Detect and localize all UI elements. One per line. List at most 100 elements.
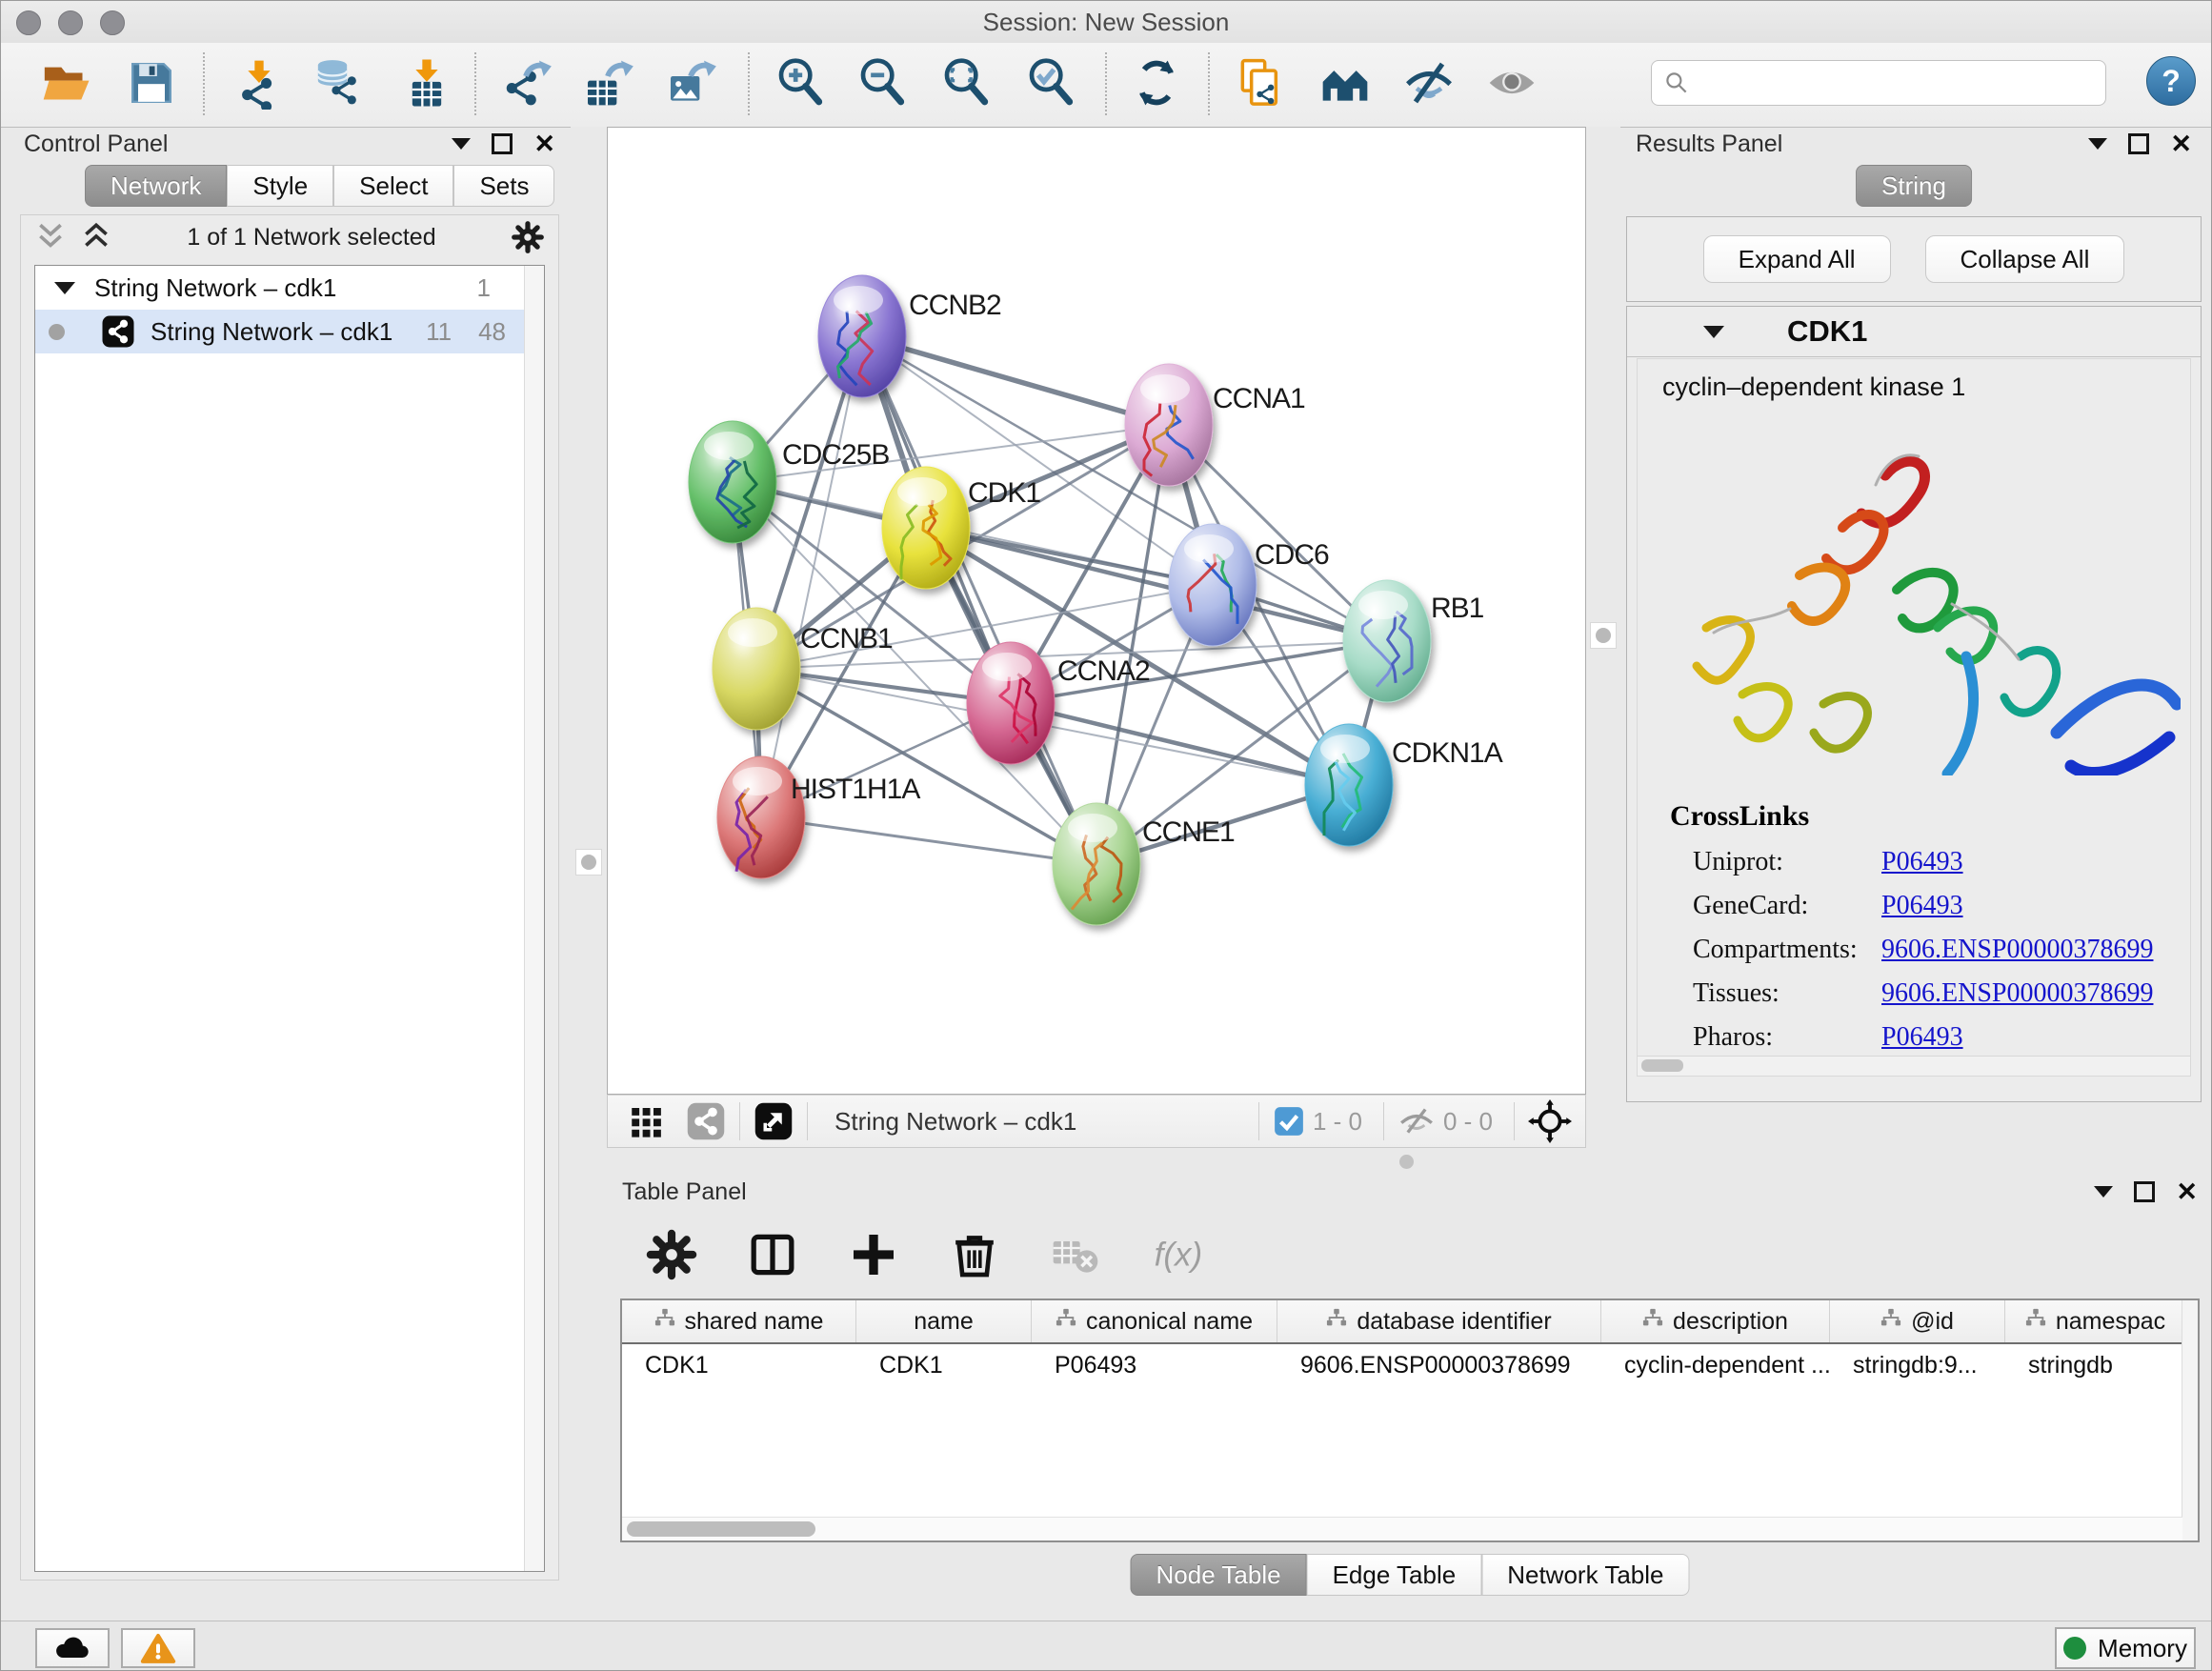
- close-panel-icon[interactable]: ✕: [2170, 131, 2192, 157]
- float-panel-icon[interactable]: [2134, 1181, 2155, 1202]
- tab-string[interactable]: String: [1856, 165, 1972, 207]
- import-network-from-database-button[interactable]: [309, 54, 370, 115]
- network-graph[interactable]: CCNB2CCNA1CDC25BCDK1CDC6RB1CCNB1CCNA2CDK…: [608, 128, 1585, 1094]
- expand-all-icon[interactable]: [80, 221, 112, 253]
- gene-details-scrollbar[interactable]: [1638, 1056, 2190, 1076]
- scrollbar-thumb[interactable]: [627, 1521, 815, 1537]
- table-row[interactable]: CDK1CDK1P064939606.ENSP00000378699cyclin…: [622, 1344, 2198, 1386]
- tab-sets[interactable]: Sets: [453, 165, 554, 207]
- collapse-all-icon[interactable]: [34, 221, 67, 253]
- crosslink-link[interactable]: P06493: [1881, 1022, 1963, 1053]
- node-CDKN1A[interactable]: [1305, 724, 1393, 846]
- memory-button[interactable]: Memory: [2055, 1627, 2196, 1669]
- node-CCNA1[interactable]: [1125, 364, 1213, 486]
- bottom-splitter-handle[interactable]: [1399, 1155, 1414, 1169]
- panel-menu-icon[interactable]: [2094, 1186, 2113, 1198]
- tab-edge-table[interactable]: Edge Table: [1307, 1554, 1482, 1596]
- table-cell[interactable]: stringdb:9...: [1830, 1352, 2005, 1379]
- refresh-network-button[interactable]: [1126, 54, 1187, 115]
- crosslink-link[interactable]: 9606.ENSP00000378699: [1881, 978, 2153, 1009]
- node-CCNB1[interactable]: [713, 608, 800, 730]
- float-panel-icon[interactable]: [2128, 133, 2149, 154]
- delete-column-button[interactable]: [944, 1226, 1005, 1287]
- split-columns-button[interactable]: [742, 1226, 803, 1287]
- duplicate-network-button[interactable]: [1230, 54, 1291, 115]
- add-column-button[interactable]: [843, 1226, 904, 1287]
- bottom-splitter[interactable]: [607, 1148, 1586, 1175]
- table-cell[interactable]: stringdb: [2005, 1352, 2186, 1379]
- edge-CCNA2-CDKN1A[interactable]: [1011, 703, 1349, 785]
- tab-network-table[interactable]: Network Table: [1481, 1554, 1689, 1596]
- open-file-button[interactable]: [35, 54, 96, 115]
- node-CDC25B[interactable]: [689, 421, 776, 543]
- table-cell[interactable]: CDK1: [622, 1352, 856, 1379]
- column-header--id[interactable]: @id: [1830, 1300, 2005, 1342]
- tab-network[interactable]: Network: [85, 165, 227, 207]
- column-header-database-identifier[interactable]: database identifier: [1277, 1300, 1601, 1342]
- table-horizontal-scrollbar[interactable]: [622, 1517, 2182, 1540]
- column-header-name[interactable]: name: [856, 1300, 1032, 1342]
- table-vertical-scrollbar[interactable]: [2182, 1300, 2198, 1540]
- edge-CCNB2-HIST1H1A[interactable]: [761, 336, 862, 817]
- edge-CCNB2-CCNA1[interactable]: [862, 336, 1169, 425]
- right-splitter-handle[interactable]: [1590, 622, 1617, 649]
- tab-style[interactable]: Style: [227, 165, 333, 207]
- zoom-selected-button[interactable]: [1021, 54, 1082, 115]
- column-header-canonical-name[interactable]: canonical name: [1032, 1300, 1277, 1342]
- help-button[interactable]: ?: [2146, 56, 2196, 106]
- export-image-button[interactable]: [660, 54, 721, 115]
- birdseye-icon[interactable]: [1528, 1099, 1572, 1143]
- node-CCNA2[interactable]: [967, 642, 1055, 764]
- section-collapse-icon[interactable]: [1703, 326, 1724, 338]
- node-CCNE1[interactable]: [1053, 803, 1140, 925]
- selected-checkbox-icon[interactable]: [1273, 1105, 1305, 1137]
- tree-scrollbar[interactable]: [524, 266, 544, 1571]
- tab-select[interactable]: Select: [333, 165, 453, 207]
- crosslink-link[interactable]: 9606.ENSP00000378699: [1881, 935, 2153, 965]
- table-settings-button[interactable]: [641, 1226, 702, 1287]
- hide-selected-button[interactable]: [1398, 54, 1459, 115]
- network-view-share-icon[interactable]: [686, 1101, 726, 1141]
- close-panel-icon[interactable]: ✕: [2176, 1179, 2198, 1205]
- panel-menu-icon[interactable]: [452, 138, 471, 150]
- node-RB1[interactable]: [1343, 580, 1431, 702]
- network-canvas[interactable]: CCNB2CCNA1CDC25BCDK1CDC6RB1CCNB1CCNA2CDK…: [607, 127, 1586, 1095]
- gene-section-header[interactable]: CDK1: [1627, 307, 2201, 357]
- export-network-button[interactable]: [495, 54, 556, 115]
- search-box[interactable]: [1651, 60, 2106, 106]
- cloud-button[interactable]: [35, 1628, 110, 1668]
- left-splitter-handle[interactable]: [575, 849, 602, 876]
- search-input[interactable]: [1698, 69, 2105, 97]
- crosslink-link[interactable]: P06493: [1881, 891, 1963, 921]
- node-CCNB2[interactable]: [818, 275, 906, 397]
- gear-icon[interactable]: [511, 220, 545, 254]
- export-table-button[interactable]: [577, 54, 638, 115]
- table-cell[interactable]: P06493: [1032, 1352, 1277, 1379]
- warnings-button[interactable]: [121, 1628, 195, 1668]
- table-cell[interactable]: cyclin-dependent ...: [1601, 1352, 1830, 1379]
- column-header-shared-name[interactable]: shared name: [622, 1300, 856, 1342]
- first-neighbors-button[interactable]: [1315, 54, 1376, 115]
- panel-menu-icon[interactable]: [2088, 138, 2107, 150]
- network-row[interactable]: String Network – cdk1 11 48: [35, 310, 544, 353]
- left-splitter[interactable]: [571, 127, 607, 1586]
- table-cell[interactable]: 9606.ENSP00000378699: [1277, 1352, 1601, 1379]
- import-table-from-file-button[interactable]: [396, 54, 457, 115]
- table-cell[interactable]: CDK1: [856, 1352, 1032, 1379]
- grid-view-icon[interactable]: [627, 1101, 667, 1141]
- column-header-description[interactable]: description: [1601, 1300, 1830, 1342]
- collection-expand-icon[interactable]: [54, 282, 75, 294]
- float-panel-icon[interactable]: [492, 133, 513, 154]
- node-CDK1[interactable]: [882, 467, 970, 589]
- network-collection-row[interactable]: String Network – cdk1 1: [35, 266, 544, 310]
- collapse-all-button[interactable]: Collapse All: [1925, 235, 2125, 283]
- fit-content-button[interactable]: [936, 54, 997, 115]
- close-panel-icon[interactable]: ✕: [533, 131, 555, 157]
- external-window-icon[interactable]: [754, 1101, 794, 1141]
- tab-node-table[interactable]: Node Table: [1131, 1554, 1307, 1596]
- import-network-from-file-button[interactable]: [229, 54, 290, 115]
- crosslink-link[interactable]: P06493: [1881, 847, 1963, 877]
- expand-all-button[interactable]: Expand All: [1703, 235, 1891, 283]
- save-session-button[interactable]: [121, 54, 182, 115]
- zoom-out-button[interactable]: [853, 54, 914, 115]
